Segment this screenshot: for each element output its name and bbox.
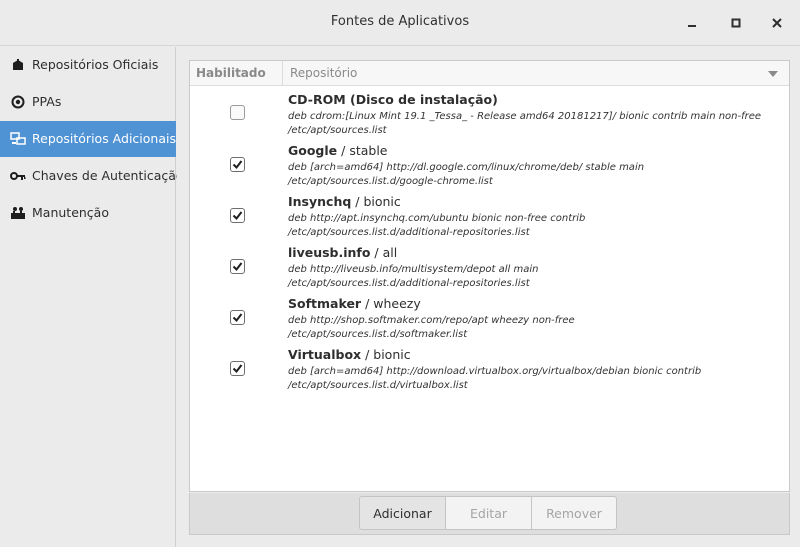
repository-source-line: deb http://apt.insynchq.com/ubuntu bioni… [288, 213, 586, 224]
repository-name: Virtualbox / bionic [288, 347, 411, 362]
enabled-checkbox[interactable] [230, 310, 245, 325]
maximize-icon [731, 18, 741, 28]
table-row[interactable]: liveusb.info / all deb http://liveusb.in… [190, 243, 789, 294]
sidebar-item-ppas[interactable]: PPAs [0, 84, 176, 120]
minimize-icon [688, 25, 696, 27]
package-icon [10, 57, 26, 73]
repository-source-line: deb [arch=amd64] http://dl.google.com/li… [288, 162, 645, 173]
repository-name: CD-ROM (Disco de instalação) [288, 92, 498, 107]
window-title: Fontes de Aplicativos [330, 14, 470, 29]
column-header-enabled[interactable]: Habilitado [190, 61, 283, 85]
close-icon [772, 18, 782, 28]
table-row[interactable]: Softmaker / wheezy deb http://shop.softm… [190, 294, 789, 345]
repository-file-path: /etc/apt/sources.list.d/additional-repos… [288, 278, 530, 289]
repository-file-path: /etc/apt/sources.list.d/additional-repos… [288, 227, 530, 238]
sidebar-item-additional-repositories[interactable]: Repositórios Adicionais [0, 121, 176, 157]
enabled-checkbox[interactable] [230, 157, 245, 172]
add-button[interactable]: Adicionar [359, 496, 446, 530]
sidebar-item-authentication-keys[interactable]: Chaves de Autenticação [0, 158, 184, 194]
checkmark-icon [232, 313, 243, 323]
key-icon [10, 168, 26, 184]
table-header: Habilitado Repositório [190, 61, 789, 86]
minimize-button[interactable] [681, 12, 703, 34]
network-icon [10, 131, 26, 147]
sidebar-item-label: Repositórios Oficiais [32, 57, 159, 72]
checkmark-icon [232, 364, 243, 374]
tools-icon [10, 205, 26, 221]
repository-source-line: deb http://shop.softmaker.com/repo/apt w… [288, 315, 575, 326]
close-button[interactable] [766, 12, 788, 34]
checkmark-icon [232, 262, 243, 272]
enabled-checkbox[interactable] [230, 208, 245, 223]
repository-file-path: /etc/apt/sources.list.d/virtualbox.list [288, 380, 468, 391]
table-row[interactable]: CD-ROM (Disco de instalação) deb cdrom:[… [190, 90, 789, 141]
sort-arrow-icon[interactable] [767, 69, 779, 79]
repository-source-line: deb [arch=amd64] http://download.virtual… [288, 366, 702, 377]
title-bar: Fontes de Aplicativos [0, 0, 800, 46]
sidebar-item-label: Manutenção [32, 205, 109, 220]
column-header-repository[interactable]: Repositório [290, 66, 357, 80]
sidebar-item-label: Chaves de Autenticação [32, 168, 184, 183]
edit-button[interactable]: Editar [445, 496, 532, 530]
table-row[interactable]: Virtualbox / bionic deb [arch=amd64] htt… [190, 345, 789, 396]
repository-name: Google / stable [288, 143, 388, 158]
repository-file-path: /etc/apt/sources.list [288, 125, 387, 136]
enabled-checkbox[interactable] [230, 361, 245, 376]
maximize-button[interactable] [725, 12, 747, 34]
checkmark-icon [232, 211, 243, 221]
button-bar: Adicionar Editar Remover [189, 493, 790, 535]
ppa-icon [10, 94, 26, 110]
repository-name: liveusb.info / all [288, 245, 398, 260]
repository-name: Softmaker / wheezy [288, 296, 421, 311]
sidebar-item-official-repositories[interactable]: Repositórios Oficiais [0, 47, 176, 83]
repositories-table: Habilitado Repositório CD-ROM (Disco de … [189, 60, 790, 492]
checkmark-icon [232, 160, 243, 170]
sidebar-item-maintenance[interactable]: Manutenção [0, 195, 176, 231]
main-content: Habilitado Repositório CD-ROM (Disco de … [177, 47, 800, 547]
table-row[interactable]: Insynchq / bionic deb http://apt.insynch… [190, 192, 789, 243]
repository-file-path: /etc/apt/sources.list.d/softmaker.list [288, 329, 468, 340]
sidebar-item-label: Repositórios Adicionais [32, 131, 176, 146]
repository-file-path: /etc/apt/sources.list.d/google-chrome.li… [288, 176, 493, 187]
repository-source-line: deb http://liveusb.info/multisystem/depo… [288, 264, 539, 275]
remove-button[interactable]: Remover [531, 496, 617, 530]
enabled-checkbox[interactable] [230, 259, 245, 274]
repository-name: Insynchq / bionic [288, 194, 401, 209]
enabled-checkbox[interactable] [230, 105, 245, 120]
sidebar-item-label: PPAs [32, 94, 62, 109]
table-row[interactable]: Google / stable deb [arch=amd64] http://… [190, 141, 789, 192]
repository-source-line: deb cdrom:[Linux Mint 19.1 _Tessa_ - Rel… [288, 111, 762, 122]
sidebar: Repositórios Oficiais PPAs Repositórios … [0, 47, 184, 547]
